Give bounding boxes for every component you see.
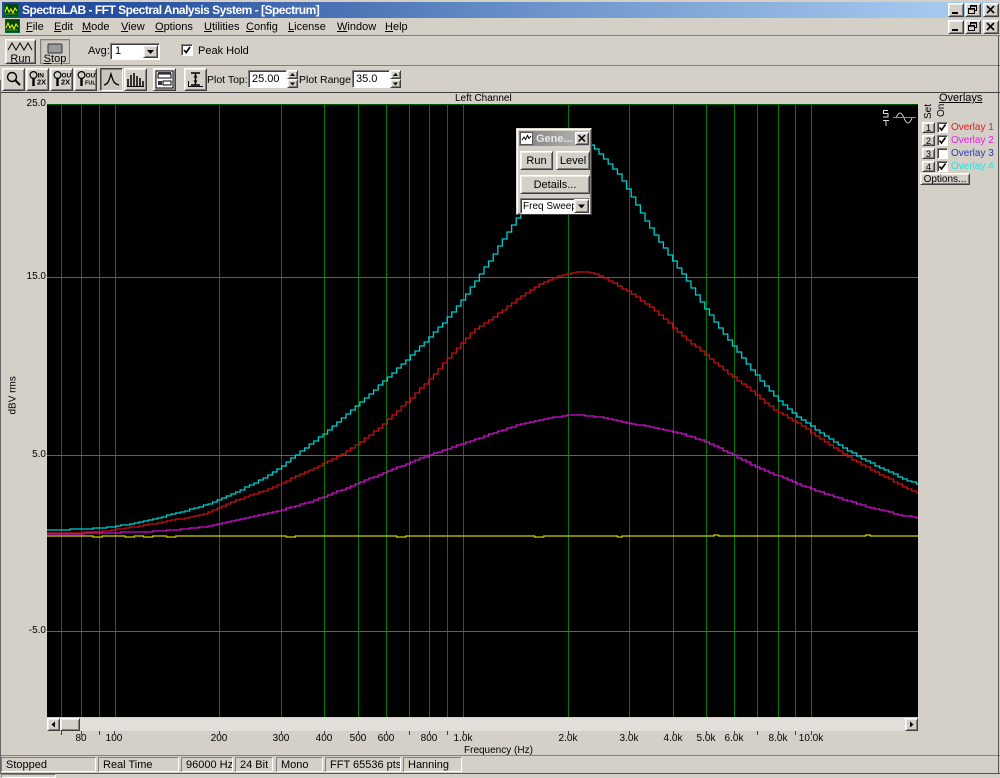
svg-text:2X: 2X [37,78,46,87]
svg-text:FULL: FULL [85,81,96,87]
svg-text:OUT: OUT [86,73,97,80]
svg-text:2X: 2X [61,78,70,87]
